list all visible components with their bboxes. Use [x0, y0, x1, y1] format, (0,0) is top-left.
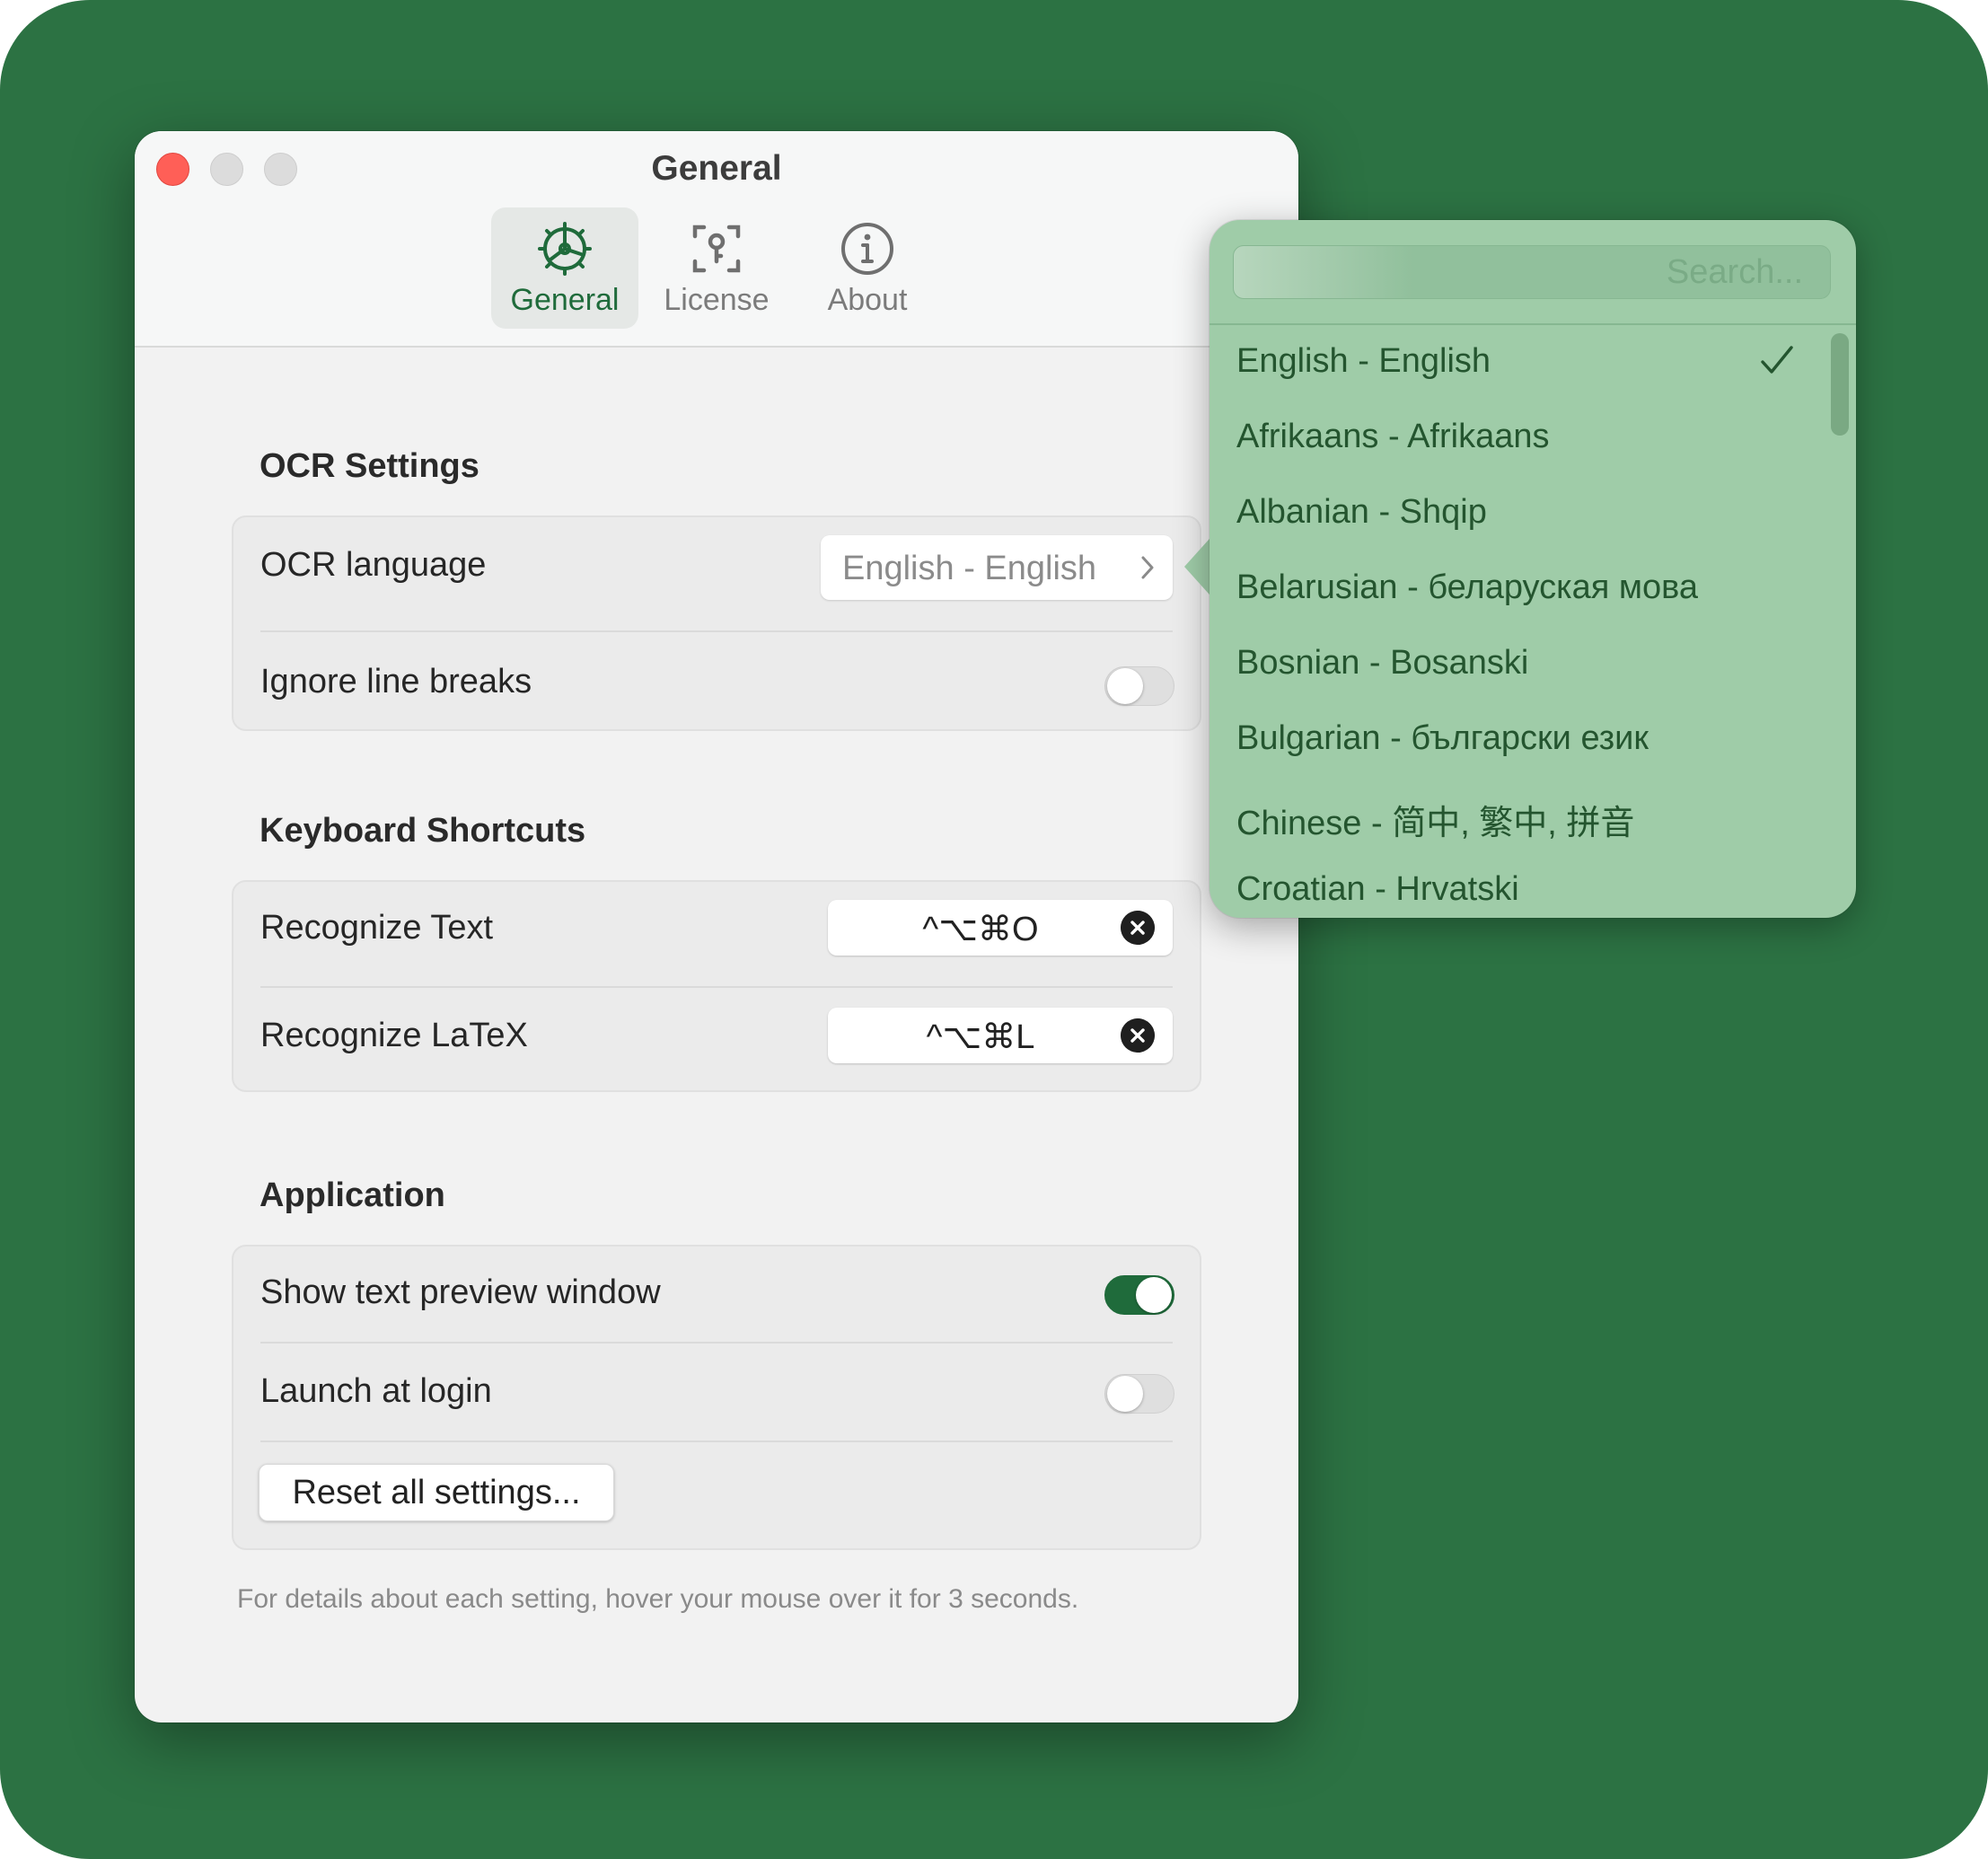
recognize-text-label: Recognize Text: [260, 909, 494, 947]
language-search-input[interactable]: Search...: [1233, 245, 1831, 299]
recognize-latex-label: Recognize LaTeX: [260, 1017, 528, 1054]
window-title: General: [651, 149, 782, 188]
language-list-scrollbar[interactable]: [1831, 333, 1849, 436]
recognize-latex-shortcut-field[interactable]: ^⌥⌘L: [828, 1008, 1173, 1063]
language-item[interactable]: Albanian - Shqip: [1236, 493, 1487, 532]
chevron-right-icon: [1141, 556, 1154, 579]
language-item[interactable]: Croatian - Hrvatski: [1236, 870, 1519, 909]
row-divider: [260, 1342, 1173, 1344]
show-preview-label: Show text preview window: [260, 1273, 661, 1311]
row-divider: [260, 630, 1173, 632]
toggle-knob: [1107, 668, 1143, 704]
tab-general[interactable]: General: [491, 207, 638, 329]
launch-at-login-toggle[interactable]: [1104, 1374, 1174, 1414]
tab-license[interactable]: License: [643, 207, 790, 329]
keyboard-shortcuts-group: Recognize Text ^⌥⌘O Recognize LaTeX ^⌥⌘L: [232, 880, 1201, 1092]
language-item[interactable]: Belarusian - беларуская мова: [1236, 568, 1698, 607]
search-placeholder: Search...: [1666, 253, 1803, 291]
recognize-text-keys: ^⌥⌘O: [922, 911, 1039, 948]
desktop-background: General General License About OCR Settin…: [0, 0, 1988, 1859]
ignore-line-breaks-toggle[interactable]: [1104, 666, 1174, 706]
popover-divider: [1210, 323, 1856, 325]
toggle-knob: [1136, 1277, 1172, 1313]
recognize-text-shortcut-field[interactable]: ^⌥⌘O: [828, 900, 1173, 956]
keyboard-shortcuts-heading: Keyboard Shortcuts: [259, 812, 586, 850]
info-icon: [841, 223, 893, 275]
tab-license-label: License: [664, 283, 770, 317]
ocr-language-value: English - English: [842, 550, 1097, 587]
tab-about-label: About: [827, 283, 908, 317]
tab-about[interactable]: About: [794, 207, 941, 329]
gear-icon: [538, 222, 592, 276]
ignore-line-breaks-label: Ignore line breaks: [260, 663, 532, 700]
key-icon: [692, 225, 741, 273]
settings-window: General General License About OCR Settin…: [135, 131, 1298, 1722]
row-divider: [260, 986, 1173, 988]
ocr-settings-heading: OCR Settings: [259, 447, 479, 485]
reset-settings-button[interactable]: Reset all settings...: [259, 1464, 614, 1521]
language-item[interactable]: Bulgarian - български език: [1236, 719, 1649, 758]
language-item[interactable]: English - English: [1236, 342, 1491, 381]
ocr-language-label: OCR language: [260, 546, 487, 584]
toolbar: General General License About: [135, 131, 1298, 348]
show-preview-toggle[interactable]: [1104, 1275, 1174, 1315]
footer-hint: For details about each setting, hover yo…: [237, 1584, 1079, 1614]
language-item[interactable]: Chinese - 简中, 繁中, 拼音: [1236, 795, 1634, 844]
clear-shortcut-icon[interactable]: [1121, 1018, 1155, 1053]
toggle-knob: [1107, 1376, 1143, 1412]
language-popover: Search... English - English Afrikaans - …: [1210, 220, 1856, 918]
row-divider: [260, 1441, 1173, 1442]
tab-general-label: General: [510, 283, 620, 317]
ocr-settings-group: OCR language English - English Ignore li…: [232, 515, 1201, 731]
ocr-language-picker[interactable]: English - English: [821, 535, 1173, 600]
recognize-latex-keys: ^⌥⌘L: [926, 1018, 1035, 1056]
application-heading: Application: [259, 1176, 445, 1214]
language-item[interactable]: Bosnian - Bosanski: [1236, 644, 1528, 683]
clear-shortcut-icon[interactable]: [1121, 911, 1155, 945]
checkmark-icon: [1761, 346, 1793, 374]
launch-at-login-label: Launch at login: [260, 1372, 492, 1410]
application-group: Show text preview window Launch at login…: [232, 1245, 1201, 1550]
language-item[interactable]: Afrikaans - Afrikaans: [1236, 418, 1549, 456]
